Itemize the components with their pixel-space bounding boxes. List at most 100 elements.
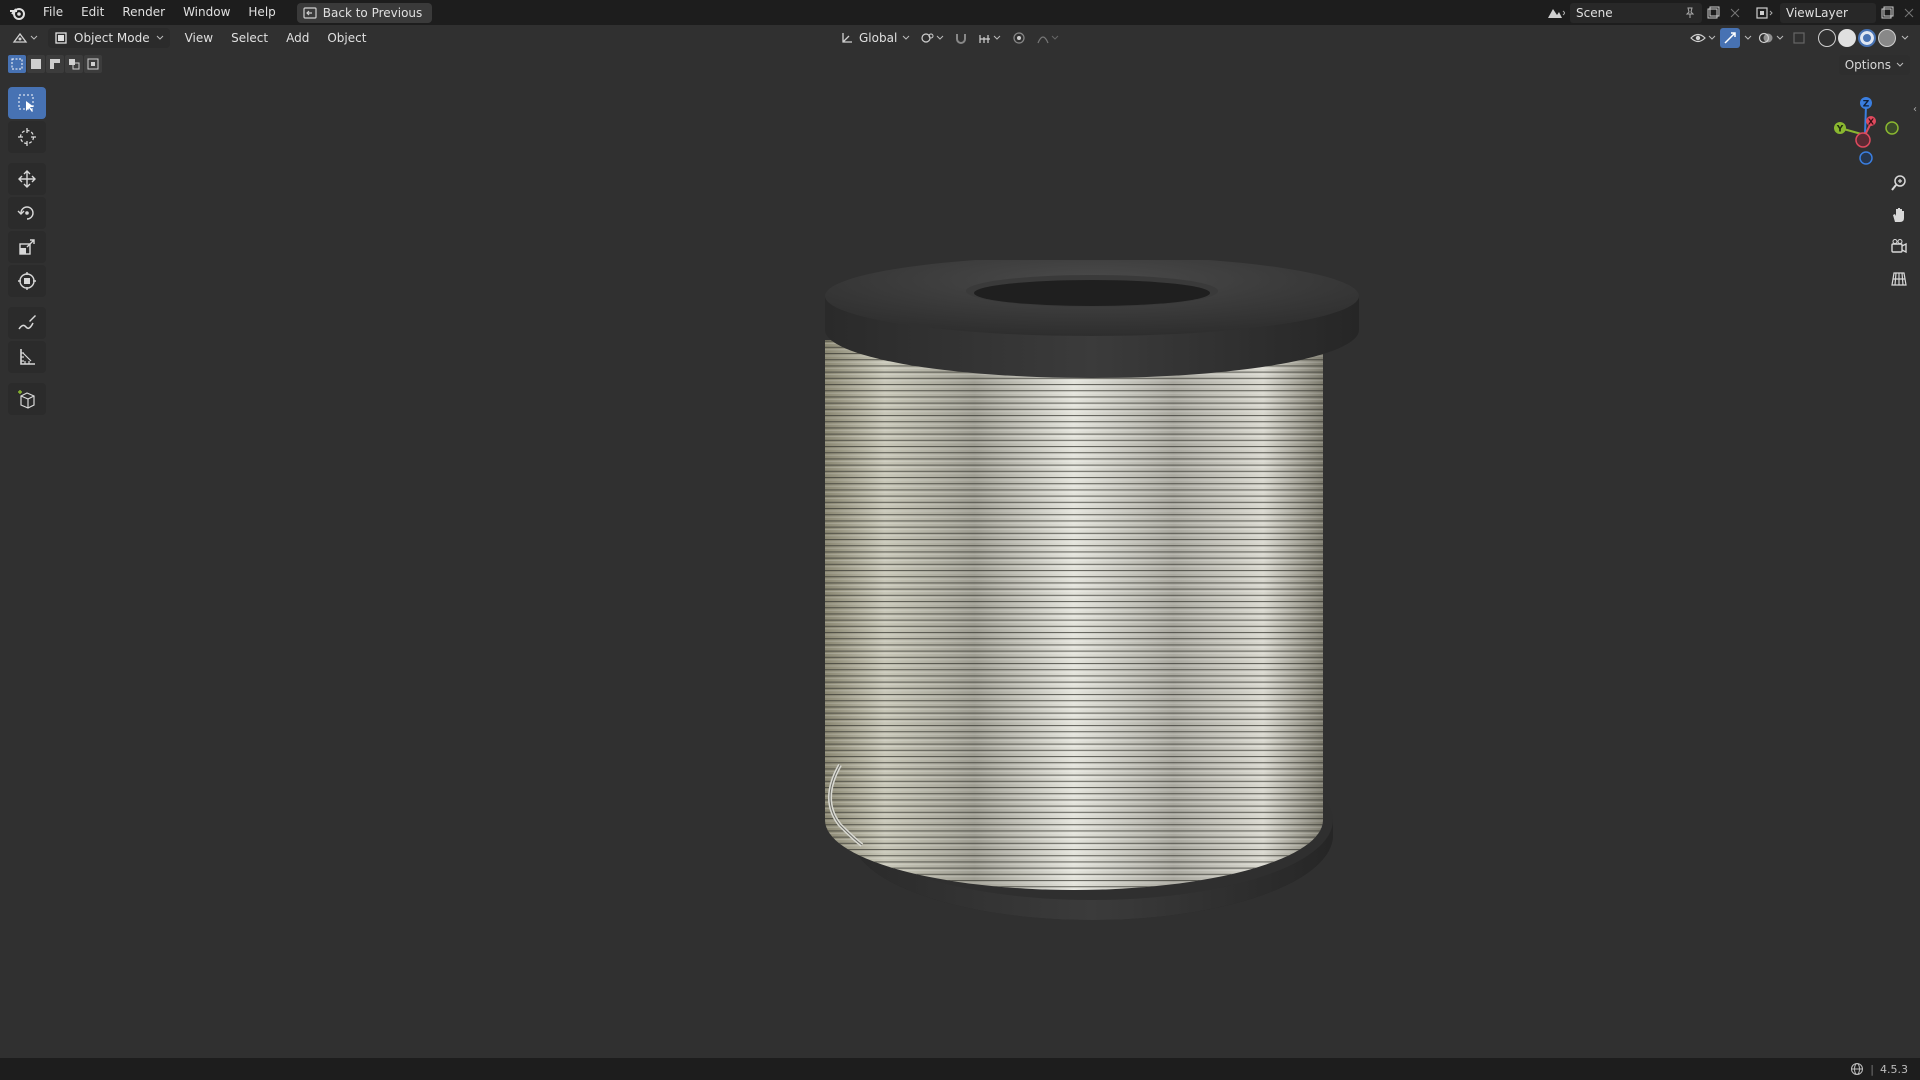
perspective-grid-icon[interactable]	[1886, 266, 1912, 292]
tool-annotate[interactable]	[8, 307, 46, 339]
rendered-shading-icon[interactable]	[1878, 29, 1896, 47]
chevron-down-icon	[156, 35, 163, 40]
options-label: Options	[1844, 58, 1891, 72]
menu-object[interactable]: Object	[318, 25, 375, 51]
menu-select[interactable]: Select	[222, 25, 277, 51]
transform-orientation-dropdown[interactable]: Global	[836, 28, 914, 48]
select-intersect-icon[interactable]	[84, 55, 102, 73]
version-label: 4.5.3	[1880, 1062, 1908, 1076]
tool-cursor[interactable]	[8, 121, 46, 153]
falloff-curve-icon[interactable]	[1034, 28, 1062, 48]
scene-name: Scene	[1576, 5, 1613, 20]
select-invert-icon[interactable]	[65, 55, 83, 73]
measure-icon	[20, 349, 35, 365]
scene-field[interactable]: Scene	[1570, 2, 1702, 23]
select-new-icon[interactable]	[8, 55, 26, 73]
snap-magnet-icon[interactable]	[950, 28, 972, 48]
globe-network-icon[interactable]	[1850, 1062, 1864, 1076]
rotate-icon	[17, 206, 34, 220]
tool-measure[interactable]	[8, 341, 46, 373]
select-extend-icon[interactable]	[27, 55, 45, 73]
chevron-down-icon[interactable]	[1742, 28, 1754, 48]
menu-view[interactable]: View	[176, 25, 222, 51]
solid-shading-icon[interactable]	[1838, 29, 1856, 47]
svg-text:X: X	[1868, 118, 1875, 127]
selection-mode-buttons	[8, 55, 102, 75]
viewport-menu: View Select Add Object	[176, 25, 376, 51]
pin-icon[interactable]	[1684, 7, 1696, 19]
gizmo-toggle-icon[interactable]	[1720, 28, 1740, 48]
annotate-icon	[18, 315, 36, 330]
chevron-down-icon	[1896, 62, 1904, 67]
delete-scene-icon[interactable]	[1724, 3, 1746, 23]
pan-hand-icon[interactable]	[1886, 202, 1912, 228]
gizmo-neg-z	[1859, 151, 1873, 165]
zoom-icon[interactable]	[1886, 170, 1912, 196]
menu-file[interactable]: File	[34, 0, 72, 25]
tool-transform[interactable]	[8, 265, 46, 297]
chevron-down-icon	[902, 35, 910, 40]
chevron-down-icon	[30, 35, 38, 40]
orientation-axes-icon	[842, 33, 852, 43]
gizmo-neg-y	[1885, 121, 1899, 135]
transform-tools: Global	[836, 25, 1062, 51]
3d-viewport-icon	[12, 32, 28, 43]
proportional-editing-icon[interactable]	[1008, 28, 1030, 48]
top-right-controls: Scene ViewLayer	[1544, 0, 1920, 25]
new-view-layer-icon[interactable]	[1876, 3, 1898, 23]
select-subtract-icon[interactable]	[46, 55, 64, 73]
scale-icon	[19, 239, 35, 255]
top-menu-bar: File Edit Render Window Help Back to Pre…	[0, 0, 1920, 25]
chevron-down-icon[interactable]	[1898, 28, 1912, 48]
mode-label: Object Mode	[74, 31, 150, 45]
tool-shelf	[8, 87, 46, 415]
wire-spool-model[interactable]	[800, 256, 1380, 940]
view-layer-selector-icon[interactable]	[1754, 3, 1776, 23]
menu-edit[interactable]: Edit	[72, 0, 113, 25]
object-mode-icon	[55, 32, 67, 44]
viewport-header: Object Mode View Select Add Object Globa…	[0, 25, 1920, 51]
wireframe-shading-icon[interactable]	[1818, 29, 1836, 47]
tool-move[interactable]	[8, 163, 46, 195]
viewport-navigation-buttons	[1886, 170, 1912, 292]
overlays-icon[interactable]	[1756, 28, 1786, 48]
pivot-point-icon[interactable]	[918, 28, 946, 48]
back-to-previous-button[interactable]: Back to Previous	[296, 2, 433, 23]
xray-toggle-icon[interactable]	[1788, 28, 1810, 48]
visibility-eye-icon[interactable]	[1688, 28, 1718, 48]
svg-text:Z: Z	[1863, 100, 1870, 110]
top-flange	[825, 256, 1359, 378]
svg-text:Y: Y	[1836, 125, 1844, 135]
tool-scale[interactable]	[8, 231, 46, 263]
select-box-icon	[18, 94, 34, 112]
menu-help[interactable]: Help	[239, 0, 284, 25]
snap-target-icon[interactable]	[976, 28, 1004, 48]
view-layer-field[interactable]: ViewLayer	[1780, 2, 1876, 23]
tool-add-cube[interactable]	[8, 383, 46, 415]
menu-render[interactable]: Render	[113, 0, 174, 25]
delete-view-layer-icon[interactable]	[1898, 3, 1920, 23]
move-icon	[18, 170, 36, 188]
material-preview-shading-icon[interactable]	[1858, 29, 1876, 47]
back-screen-icon	[303, 6, 317, 19]
scene-selector-icon[interactable]	[1544, 3, 1566, 23]
tool-select-box[interactable]	[8, 87, 46, 119]
sidebar-toggle-icon[interactable]: ‹	[1910, 100, 1920, 118]
menu-add[interactable]: Add	[277, 25, 318, 51]
wire-coil	[825, 340, 1323, 890]
viewport-display-tools	[1688, 25, 1912, 51]
tool-rotate[interactable]	[8, 197, 46, 229]
interaction-mode-dropdown[interactable]: Object Mode	[48, 28, 170, 48]
camera-view-icon[interactable]	[1886, 234, 1912, 260]
status-separator: |	[1870, 1062, 1874, 1076]
new-scene-icon[interactable]	[1702, 3, 1724, 23]
blender-logo-icon[interactable]	[6, 1, 30, 25]
navigation-gizmo[interactable]: Z Y X	[1820, 85, 1910, 175]
gizmo-neg-x	[1855, 132, 1871, 148]
orientation-label: Global	[859, 31, 898, 45]
status-bar: | 4.5.3	[0, 1058, 1920, 1080]
options-dropdown[interactable]: Options	[1838, 55, 1910, 75]
main-menu: File Edit Render Window Help	[34, 0, 285, 25]
editor-type-selector[interactable]	[8, 28, 42, 48]
menu-window[interactable]: Window	[174, 0, 239, 25]
